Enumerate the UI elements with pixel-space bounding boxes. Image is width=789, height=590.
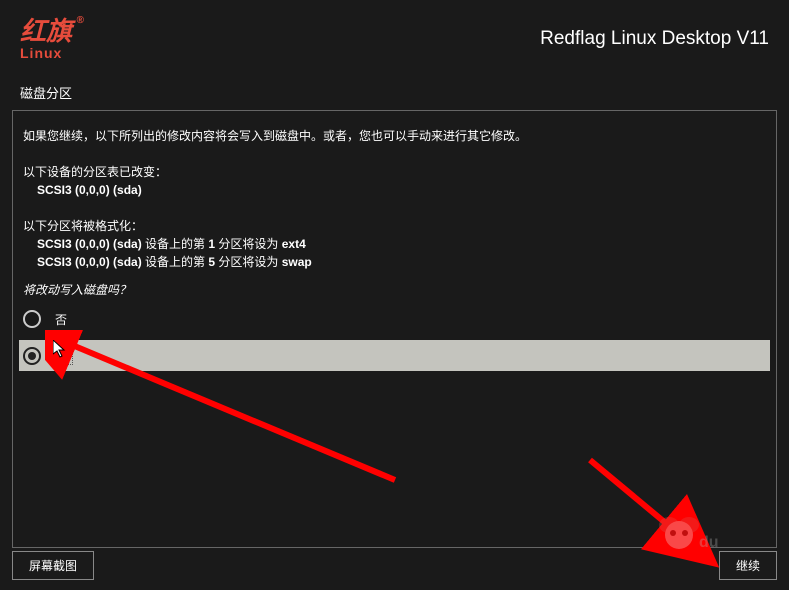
section2-label: 以下分区将被格式化： (23, 217, 766, 235)
format-item-1: SCSI3 (0,0,0) (sda) 设备上的第 1 分区将设为 ext4 (23, 235, 766, 253)
logo: 红旗 Linux (20, 18, 72, 60)
confirm-question: 将改动写入磁盘吗？ (19, 281, 770, 298)
page-section-label: 磁盘分区 (0, 83, 789, 102)
radio-option-yes[interactable]: 是 (19, 340, 770, 371)
radio-label-no: 否 (55, 311, 67, 328)
device-item: SCSI3 (0,0,0) (sda) (23, 181, 766, 199)
partition-table-section: 以下设备的分区表已改变： SCSI3 (0,0,0) (sda) (19, 163, 770, 199)
radio-circle-icon (23, 310, 41, 328)
radio-circle-icon (23, 347, 41, 365)
format-section: 以下分区将被格式化： SCSI3 (0,0,0) (sda) 设备上的第 1 分… (19, 217, 770, 271)
page-title: Redflag Linux Desktop V11 (540, 28, 769, 50)
continue-button[interactable]: 继续 (719, 551, 777, 580)
header: 红旗 Linux Redflag Linux Desktop V11 (0, 0, 789, 78)
logo-sub: Linux (20, 46, 72, 60)
section1-label: 以下设备的分区表已改变： (23, 163, 766, 181)
radio-option-no[interactable]: 否 (19, 304, 770, 334)
logo-main: 红旗 (20, 18, 72, 44)
content-area: 如果您继续，以下所列出的修改内容将会写入到磁盘中。或者，您也可以手动来进行其它修… (12, 110, 777, 548)
intro-text: 如果您继续，以下所列出的修改内容将会写入到磁盘中。或者，您也可以手动来进行其它修… (19, 127, 770, 145)
radio-label-yes: 是 (55, 346, 73, 365)
format-item-2: SCSI3 (0,0,0) (sda) 设备上的第 5 分区将设为 swap (23, 253, 766, 271)
screenshot-button[interactable]: 屏幕截图 (12, 551, 94, 580)
footer: 屏幕截图 继续 (0, 551, 789, 580)
